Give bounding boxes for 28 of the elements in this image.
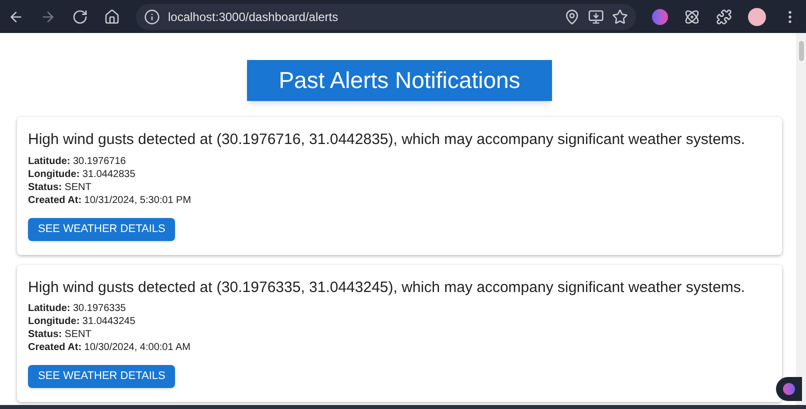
reload-icon[interactable] xyxy=(72,8,88,24)
brain-icon xyxy=(783,383,795,395)
alert-detail: Created At: 10/31/2024, 5:30:01 PM xyxy=(28,194,192,206)
location-pin-icon[interactable] xyxy=(564,8,580,24)
alert-detail: Status: SENT xyxy=(28,328,92,341)
alert-detail: Latitude: 30.1976716 xyxy=(28,154,127,168)
info-icon[interactable] xyxy=(144,8,160,24)
profile-avatar[interactable] xyxy=(748,8,766,26)
home-icon[interactable] xyxy=(104,8,120,24)
alert-detail: Status: SENT xyxy=(28,180,92,194)
address-bar[interactable]: localhost:3000/dashboard/alerts xyxy=(136,4,636,30)
weather-details-button[interactable]: SEE WEATHER DETAILS xyxy=(28,218,176,240)
page-title: Past Alerts Notifications xyxy=(247,60,552,101)
alert-detail: Longitude: 31.0442835 xyxy=(28,168,136,180)
atom-icon[interactable] xyxy=(684,8,700,24)
alert-message: High wind gusts detected at (30.1976716, 31.0442835), which may accompany significant weather systems. xyxy=(28,130,746,150)
bookmark-star-icon[interactable] xyxy=(612,8,628,24)
monitor-icon[interactable] xyxy=(588,8,604,24)
alert-detail: Created At: 10/30/2024, 4:00:01 AM xyxy=(28,341,192,354)
alert-detail: Longitude: 31.0443245 xyxy=(28,315,136,328)
extension-icon[interactable] xyxy=(652,8,668,24)
url-text: localhost:3000/dashboard/alerts xyxy=(168,8,340,26)
alert-detail: Latitude: 30.1976335 xyxy=(28,302,127,315)
weather-details-button[interactable]: SEE WEATHER DETAILS xyxy=(28,365,176,388)
alert-message: High wind gusts detected at (30.1976335, 31.0443245), which may accompany significant weather systems. xyxy=(28,278,746,298)
back-icon[interactable] xyxy=(8,8,24,24)
assistant-button[interactable] xyxy=(776,377,802,401)
puzzle-icon[interactable] xyxy=(716,8,732,24)
